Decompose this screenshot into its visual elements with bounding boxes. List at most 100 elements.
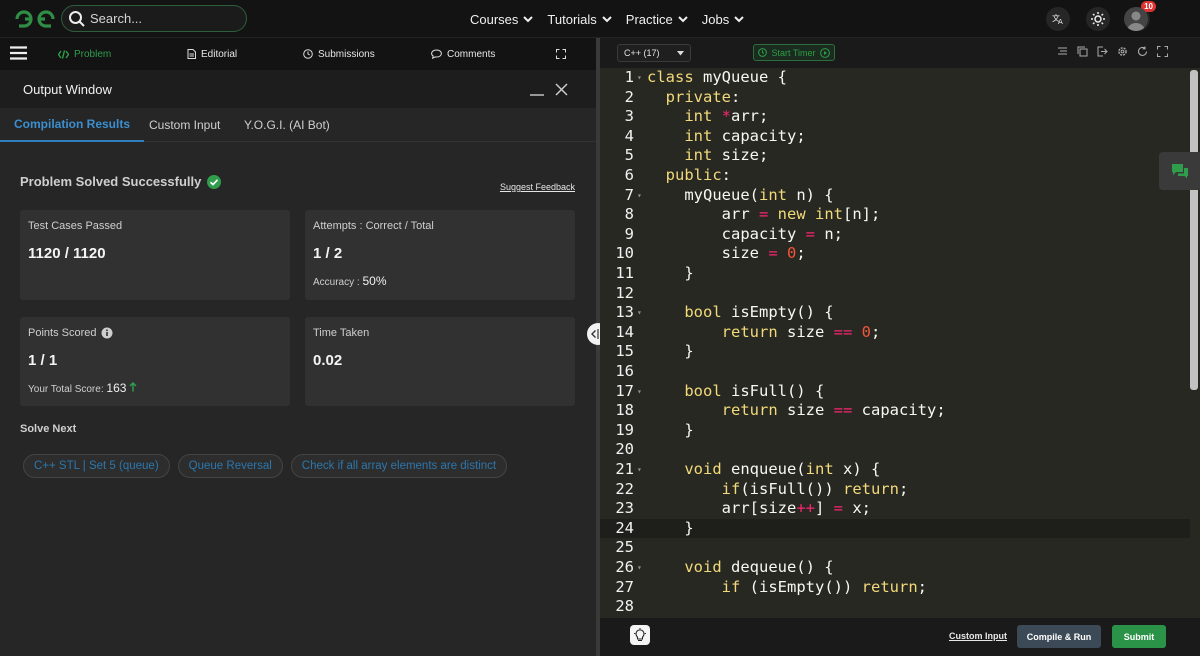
code-line[interactable]: 12: [600, 284, 1190, 304]
next-problem-chip[interactable]: Queue Reversal: [177, 454, 283, 478]
code-text: size = 0;: [647, 244, 806, 263]
nav-jobs[interactable]: Jobs: [702, 12, 744, 27]
caret-down-icon: [677, 50, 684, 55]
tab-problem[interactable]: Problem: [58, 38, 111, 70]
code-line[interactable]: 9 capacity = n;: [600, 225, 1190, 245]
clock-icon: [303, 49, 313, 59]
tab-yogi-ai-bot[interactable]: Y.O.G.I. (AI Bot): [244, 108, 330, 142]
editor-scrollbar[interactable]: [1190, 70, 1198, 390]
gfg-logo[interactable]: [14, 8, 56, 30]
code-line[interactable]: 5 int size;: [600, 146, 1190, 166]
start-timer-button[interactable]: Start Timer: [753, 44, 835, 61]
line-number: 14: [615, 322, 634, 341]
fullscreen-icon[interactable]: [1157, 46, 1168, 57]
search-box[interactable]: [61, 5, 247, 32]
tab-comments[interactable]: Comments: [431, 38, 495, 70]
code-text: class myQueue {: [647, 68, 787, 86]
code-line[interactable]: 20: [600, 440, 1190, 460]
nav-courses[interactable]: Courses: [470, 12, 534, 27]
translate-button[interactable]: 文A: [1046, 7, 1070, 31]
code-line[interactable]: 26 ▾ void dequeue() {: [600, 558, 1190, 578]
document-icon: [187, 49, 196, 59]
search-input[interactable]: [90, 9, 240, 28]
nav-practice[interactable]: Practice: [626, 12, 688, 27]
reset-icon[interactable]: [1137, 46, 1148, 57]
suggest-feedback-link[interactable]: Suggest Feedback: [500, 182, 575, 192]
line-number: 6: [624, 166, 634, 184]
expand-icon[interactable]: [556, 49, 566, 59]
code-line[interactable]: 23 arr[size++] = x;: [600, 499, 1190, 519]
svg-text:A: A: [1058, 18, 1063, 25]
tab-custom-input[interactable]: Custom Input: [149, 108, 220, 142]
code-line[interactable]: 1 ▾ class myQueue {: [600, 68, 1190, 88]
sun-icon: [1091, 12, 1105, 26]
tab-submissions[interactable]: Submissions: [303, 38, 375, 70]
chat-button[interactable]: [1159, 152, 1200, 190]
line-number: 21: [615, 460, 634, 478]
code-line[interactable]: 14 return size == 0;: [600, 323, 1190, 343]
theme-toggle[interactable]: [1086, 7, 1110, 31]
points-label: Points Scored: [28, 327, 113, 339]
info-icon[interactable]: [101, 327, 113, 339]
submit-button[interactable]: Submit: [1112, 625, 1166, 648]
line-number: 10: [615, 244, 634, 263]
solve-next-list: C++ STL | Set 5 (queue) Queue Reversal C…: [23, 454, 508, 478]
fold-arrow-icon[interactable]: ▾: [637, 303, 642, 323]
code-line[interactable]: 28: [600, 597, 1190, 617]
code-text: }: [647, 518, 694, 537]
minimize-icon[interactable]: [530, 84, 544, 96]
import-icon[interactable]: [1097, 46, 1108, 57]
language-select[interactable]: C++ (17): [617, 44, 691, 62]
format-icon[interactable]: [1057, 46, 1068, 57]
next-problem-chip[interactable]: Check if all array elements are distinct: [290, 454, 508, 478]
compile-run-button[interactable]: Compile & Run: [1017, 625, 1101, 648]
code-line[interactable]: 10 size = 0;: [600, 244, 1190, 264]
fold-arrow-icon[interactable]: ▾: [637, 382, 642, 402]
points-card: Points Scored 1 / 1 Your Total Score: 16…: [20, 317, 290, 406]
code-line[interactable]: 6 public:: [600, 166, 1190, 186]
code-line[interactable]: 8 arr = new int[n];: [600, 205, 1190, 225]
fold-arrow-icon[interactable]: ▾: [637, 558, 642, 578]
line-number: 11: [615, 264, 634, 282]
solve-next-heading: Solve Next: [20, 423, 77, 435]
tab-editorial[interactable]: Editorial: [187, 38, 237, 70]
code-line[interactable]: 11 }: [600, 264, 1190, 284]
line-number: 8: [624, 205, 634, 224]
total-score: Your Total Score: 163: [28, 381, 137, 395]
code-line[interactable]: 18 return size == capacity;: [600, 401, 1190, 421]
code-line[interactable]: 13 ▾ bool isEmpty() {: [600, 303, 1190, 323]
tab-compilation-results[interactable]: Compilation Results: [0, 108, 145, 142]
code-line[interactable]: 3 int *arr;: [600, 107, 1190, 127]
code-text: private:: [665, 87, 741, 106]
line-number: 28: [615, 597, 634, 616]
code-line[interactable]: 25: [600, 538, 1190, 558]
code-line[interactable]: 21 ▾ void enqueue(int x) {: [600, 460, 1190, 480]
avatar[interactable]: [1124, 7, 1148, 31]
fold-arrow-icon[interactable]: ▾: [637, 186, 642, 206]
code-editor[interactable]: 1 ▾ class myQueue {2 private: 3 int *arr; 4 …: [600, 68, 1200, 618]
fold-arrow-icon[interactable]: ▾: [637, 460, 642, 480]
next-problem-chip[interactable]: C++ STL | Set 5 (queue): [23, 454, 170, 478]
nav-tutorials[interactable]: Tutorials: [547, 12, 612, 27]
custom-input-link[interactable]: Custom Input: [949, 631, 1007, 641]
code-line[interactable]: 7 ▾ myQueue(int n) {: [600, 186, 1190, 206]
code-line[interactable]: 15 }: [600, 342, 1190, 362]
close-icon[interactable]: [555, 83, 568, 96]
gear-icon[interactable]: [1117, 46, 1128, 57]
code-line[interactable]: 4 int capacity;: [600, 127, 1190, 147]
line-number: 2: [624, 87, 634, 106]
hint-button[interactable]: [630, 625, 650, 645]
test-cases-value: 1120 / 1120: [28, 245, 106, 262]
code-line[interactable]: 17 ▾ bool isFull() {: [600, 382, 1190, 402]
menu-icon[interactable]: [10, 46, 27, 60]
time-value: 0.02: [313, 352, 343, 369]
code-line[interactable]: 16: [600, 362, 1190, 382]
code-line[interactable]: 22 if(isFull()) return;: [600, 480, 1190, 500]
code-line[interactable]: 27 if (isEmpty()) return;: [600, 578, 1190, 598]
output-window-title: Output Window: [23, 82, 112, 97]
code-line[interactable]: 2 private:: [600, 88, 1190, 108]
copy-icon[interactable]: [1077, 46, 1088, 57]
code-line[interactable]: 19 }: [600, 421, 1190, 441]
code-line[interactable]: 24 }: [600, 518, 1190, 539]
fold-arrow-icon[interactable]: ▾: [637, 68, 642, 88]
